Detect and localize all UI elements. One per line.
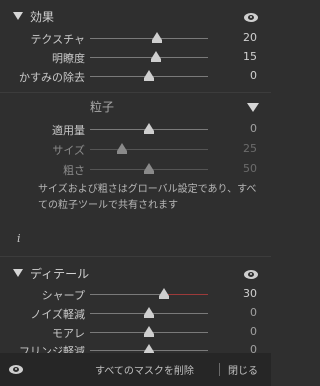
slider-label: テクスチャ [30, 33, 85, 46]
mask-footer: すべてのマスクを削除 閉じる [0, 353, 271, 386]
delete-all-masks-button[interactable]: すべてのマスクを削除 [95, 362, 194, 377]
grain-note: サイズおよび粗さはグローバル設定であり、すべての粒子ツールで共有されます [38, 184, 257, 211]
slider-row-dehaze: かすみの除去 0 [0, 66, 271, 86]
slider-row-sharpen: シャープ 30 [0, 284, 271, 304]
slider-value[interactable]: 30 [243, 287, 257, 300]
slider-row-noise: ノイズ軽減 0 [0, 303, 271, 323]
slider-value[interactable]: 0 [250, 325, 257, 338]
divider [0, 256, 271, 257]
slider-row-grain-amount: 適用量 0 [0, 119, 271, 139]
slider-track[interactable] [90, 38, 208, 39]
slider-label: 適用量 [52, 124, 85, 137]
slider-label: シャープ [41, 289, 85, 302]
slider-row-texture: テクスチャ 20 [0, 28, 271, 48]
slider-label: ノイズ軽減 [30, 308, 85, 321]
slider-value[interactable]: 20 [243, 31, 257, 44]
slider-thumb[interactable] [144, 163, 154, 174]
slider-value[interactable]: 15 [243, 50, 257, 63]
slider-label: 明瞭度 [52, 52, 85, 65]
grain-header[interactable]: 粒子 [0, 96, 271, 116]
slider-row-grain-size: サイズ 25 [0, 139, 271, 159]
collapse-triangle-icon[interactable] [13, 269, 23, 277]
slider-value[interactable]: 0 [250, 306, 257, 319]
slider-track[interactable] [90, 149, 208, 150]
eye-icon[interactable] [9, 365, 23, 374]
eye-icon[interactable] [244, 270, 258, 279]
slider-thumb[interactable] [152, 32, 162, 43]
detail-header[interactable]: ディテール [0, 263, 271, 283]
slider-track[interactable] [90, 57, 208, 58]
slider-thumb[interactable] [144, 307, 154, 318]
effects-title: 効果 [30, 10, 55, 24]
slider-label: モアレ [52, 327, 85, 340]
slider-thumb[interactable] [144, 344, 154, 355]
close-button[interactable]: 閉じる [228, 362, 258, 377]
info-icon: i [17, 232, 21, 245]
slider-label: サイズ [52, 144, 85, 157]
divider [219, 363, 220, 376]
slider-value[interactable]: 0 [250, 122, 257, 135]
grain-title: 粒子 [90, 100, 115, 114]
slider-thumb[interactable] [144, 123, 154, 134]
slider-fill [168, 294, 208, 295]
effects-header[interactable]: 効果 [0, 6, 271, 26]
slider-value[interactable]: 0 [250, 69, 257, 82]
detail-title: ディテール [30, 267, 90, 281]
slider-thumb[interactable] [144, 70, 154, 81]
slider-row-grain-roughness: 粗さ 50 [0, 159, 271, 179]
slider-thumb[interactable] [151, 51, 161, 62]
slider-value[interactable]: 25 [243, 142, 257, 155]
slider-thumb[interactable] [117, 143, 127, 154]
slider-thumb[interactable] [144, 326, 154, 337]
eye-icon[interactable] [244, 13, 258, 22]
slider-label: かすみの除去 [19, 71, 85, 84]
divider [0, 92, 271, 93]
collapse-triangle-icon[interactable] [13, 12, 23, 20]
collapse-triangle-icon[interactable] [247, 103, 259, 112]
slider-row-clarity: 明瞭度 15 [0, 47, 271, 67]
slider-row-moire: モアレ 0 [0, 322, 271, 342]
slider-label: 粗さ [63, 164, 85, 177]
slider-value[interactable]: 50 [243, 162, 257, 175]
slider-thumb[interactable] [159, 288, 169, 299]
